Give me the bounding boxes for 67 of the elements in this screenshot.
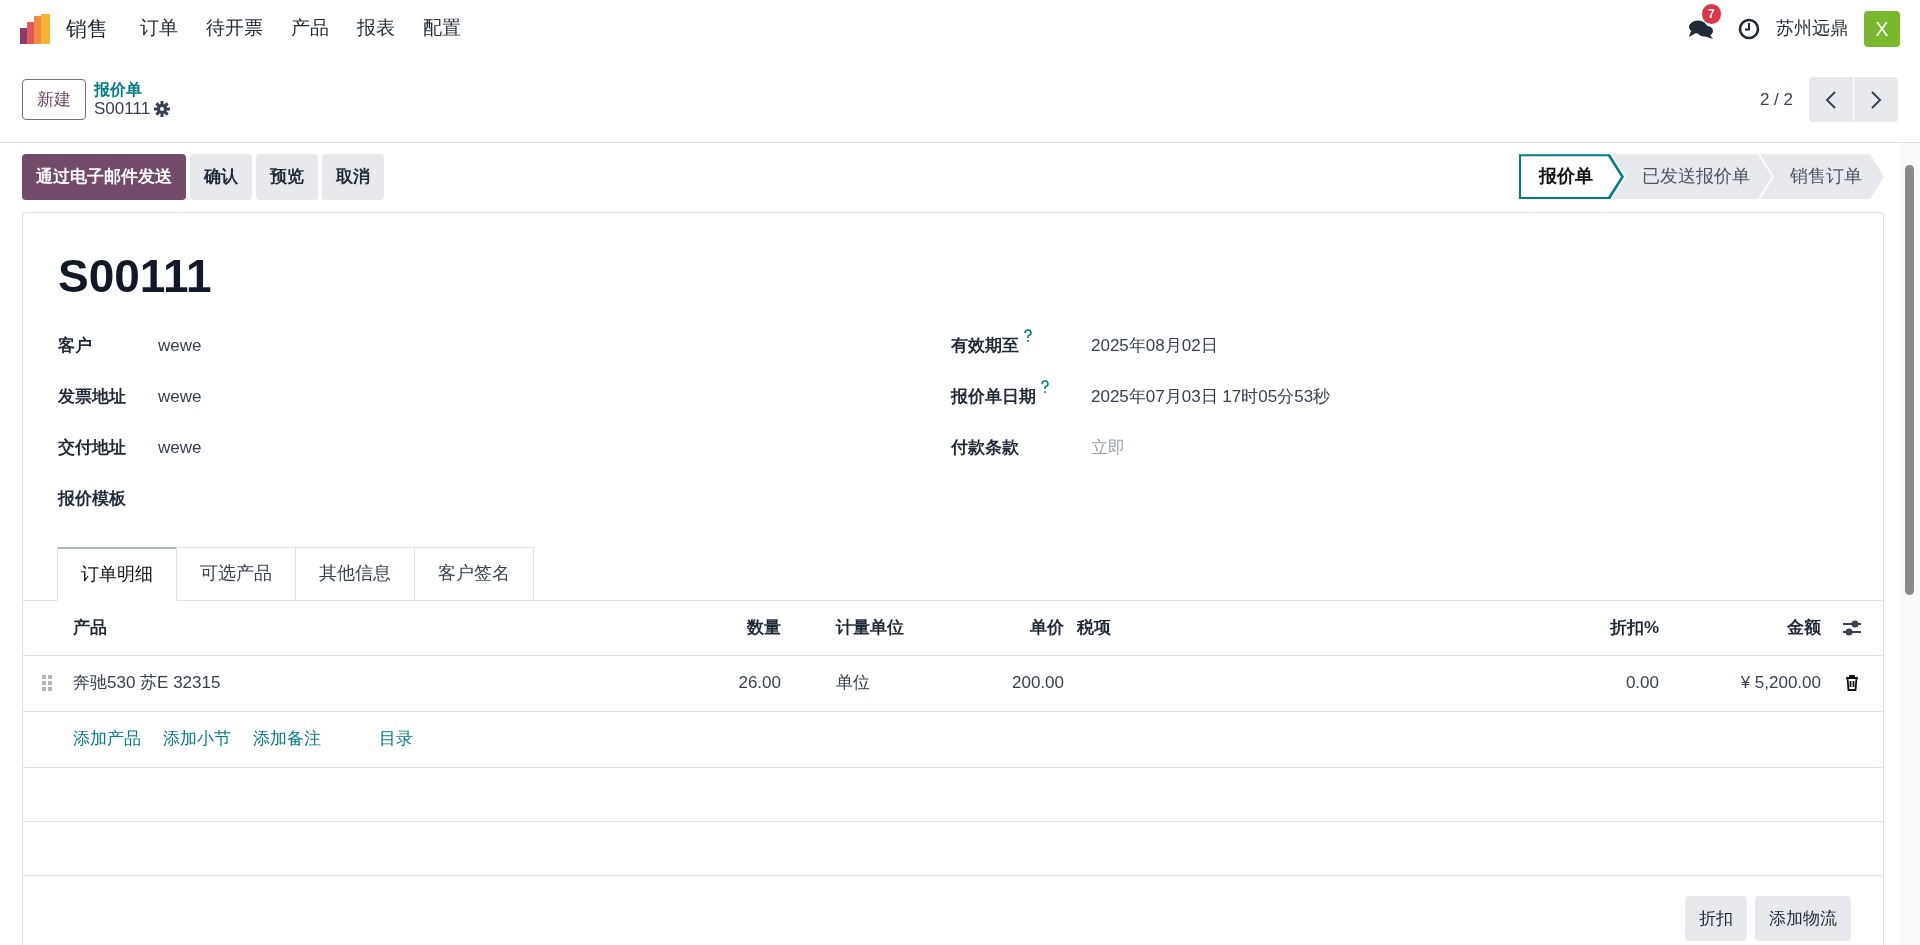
chat-icon[interactable] (1688, 18, 1714, 41)
tab[interactable]: 订单明细 (57, 546, 177, 601)
menu-item[interactable]: 报表 (343, 14, 409, 43)
status-stage[interactable]: 报价单 (1519, 154, 1624, 200)
table-cell: 26.00 (738, 673, 781, 693)
column-header[interactable]: 数量 (747, 617, 781, 637)
field-value[interactable]: 2025年08月02日 (1091, 333, 1218, 359)
footer-button[interactable]: 添加物流 (1755, 895, 1851, 941)
field-label: 交付地址 (58, 437, 126, 460)
pager-value: 2 / 2 (1759, 88, 1793, 111)
table-cell: 单位 (836, 673, 870, 693)
table-cell: ¥ 5,200.00 (1740, 673, 1821, 693)
company-name[interactable]: 苏州远鼎 (1776, 15, 1848, 42)
add-line-link[interactable]: 添加小节 (163, 726, 231, 752)
app-logo-icon (20, 13, 52, 44)
column-header[interactable]: 单价 (1030, 617, 1064, 637)
field-value[interactable]: 2025年07月03日 17时05分53秒 (1091, 384, 1331, 410)
table-cell: 0.00 (1625, 673, 1659, 693)
record-title: S00111 (58, 252, 213, 299)
help-icon[interactable] (1023, 329, 1033, 344)
chevron-right-icon (1870, 89, 1882, 110)
next-button[interactable] (1854, 77, 1898, 122)
menu-item[interactable]: 配置 (409, 14, 475, 43)
drag-handle-icon[interactable] (42, 675, 52, 691)
add-line-link[interactable]: 添加备注 (253, 726, 321, 752)
action-button[interactable]: 取消 (322, 154, 384, 200)
footer-button[interactable]: 折扣 (1685, 895, 1747, 941)
send-email-button[interactable]: 通过电子邮件发送 (22, 154, 186, 200)
table-cell: 200.00 (1012, 673, 1064, 693)
column-header[interactable]: 税项 (1077, 617, 1111, 637)
help-icon[interactable] (1040, 380, 1050, 395)
record-name: S00111 (94, 98, 151, 120)
column-settings-icon[interactable] (1842, 619, 1862, 636)
field-label: 报价模板 (58, 488, 126, 511)
new-button[interactable]: 新建 (22, 78, 86, 121)
field-value[interactable]: wewe (158, 435, 202, 461)
add-line-link[interactable]: 目录 (379, 726, 413, 752)
field-value[interactable]: wewe (158, 333, 202, 359)
field-label: 付款条款 (951, 437, 1019, 460)
status-stage[interactable]: 已发送报价单 (1612, 154, 1772, 200)
chevron-left-icon (1825, 89, 1837, 110)
field-label: 报价单日期 (951, 386, 1036, 409)
tab[interactable]: 客户签名 (414, 546, 534, 600)
previous-button[interactable] (1809, 77, 1853, 122)
column-header[interactable]: 折扣% (1609, 617, 1659, 637)
column-header[interactable]: 金额 (1787, 617, 1821, 637)
field-label: 客户 (58, 335, 92, 358)
menu-item[interactable]: 产品 (277, 14, 343, 43)
status-stage[interactable]: 销售订单 (1760, 154, 1884, 200)
scrollbar[interactable] (1900, 143, 1920, 945)
add-line-link[interactable]: 添加产品 (73, 726, 141, 752)
action-button[interactable]: 确认 (190, 154, 252, 200)
field-label: 发票地址 (58, 386, 126, 409)
column-header[interactable]: 计量单位 (836, 617, 904, 637)
column-header[interactable]: 产品 (73, 617, 107, 637)
app-name: 销售 (66, 15, 108, 42)
trash-icon[interactable] (1845, 675, 1859, 691)
action-button[interactable]: 预览 (256, 154, 318, 200)
field-label: 有效期至 (951, 335, 1019, 358)
breadcrumb-link[interactable]: 报价单 (94, 79, 171, 99)
table-cell: 奔驰530 苏E 32315 (73, 673, 221, 693)
gear-icon[interactable] (154, 101, 171, 118)
menu-item[interactable]: 待开票 (192, 14, 277, 43)
clock-icon[interactable] (1738, 17, 1760, 40)
field-value[interactable]: wewe (158, 384, 202, 410)
message-count-badge: 7 (1702, 3, 1721, 24)
menu-item[interactable]: 订单 (126, 14, 192, 43)
